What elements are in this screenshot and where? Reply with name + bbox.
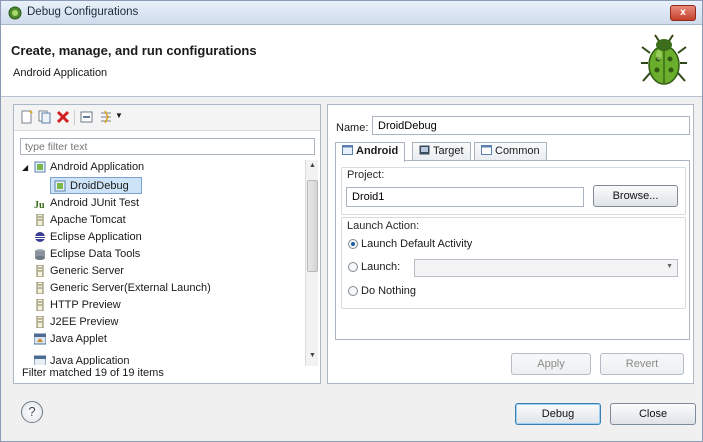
database-icon — [35, 249, 45, 260]
scroll-up-icon[interactable]: ▲ — [306, 162, 319, 174]
eclipse-icon — [35, 232, 45, 242]
radio-label: Launch Default Activity — [361, 238, 473, 250]
name-label: Name: — [336, 122, 369, 134]
filter-icon[interactable] — [99, 110, 113, 124]
tree-item-label: Java Application — [50, 355, 130, 365]
radio-unselected-icon — [348, 262, 358, 272]
server-icon — [36, 299, 44, 311]
tree-item-label: DroidDebug — [70, 180, 129, 192]
tree-item-droiddebug[interactable]: DroidDebug — [50, 177, 142, 194]
server-icon — [36, 265, 44, 277]
radio-selected-icon — [348, 239, 358, 249]
toolbar-divider — [74, 110, 75, 125]
tree-item-label: Eclipse Application — [50, 231, 142, 243]
tree-item-label: HTTP Preview — [50, 299, 121, 311]
tree-scrollbar[interactable]: ▲ ▼ — [305, 160, 318, 366]
tree-item-java-applet[interactable]: Java Applet — [20, 331, 300, 348]
configuration-list-pane: ▼ ◢ Android Application DroidDebug Ju An… — [13, 104, 321, 384]
window-title: Debug Configurations — [27, 6, 139, 18]
tree-item-eclipse-data-tools[interactable]: Eclipse Data Tools — [20, 246, 300, 263]
tree-item-label: Generic Server — [50, 265, 124, 277]
tree-item-http-preview[interactable]: HTTP Preview — [20, 297, 300, 314]
tab-label: Android — [356, 145, 399, 157]
tree-item-android-junit-test[interactable]: Ju Android JUnit Test — [20, 195, 300, 212]
project-label: Project: — [347, 169, 385, 181]
configuration-toolbar: ▼ — [14, 105, 320, 131]
android-app-icon — [34, 161, 46, 173]
tab-target[interactable]: Target — [412, 142, 471, 161]
tree-item-label: Java Applet — [50, 333, 107, 345]
tab-android[interactable]: Android — [335, 142, 406, 162]
header-banner: Create, manage, and run configurations A… — [1, 25, 702, 97]
radio-label: Do Nothing — [361, 285, 417, 297]
new-configuration-icon[interactable] — [20, 110, 34, 124]
junit-icon: Ju — [34, 200, 45, 209]
common-tab-icon — [481, 145, 492, 155]
banner-subheading: Android Application — [13, 67, 108, 79]
tree-item-eclipse-application[interactable]: Eclipse Application — [20, 229, 300, 246]
filter-menu-chevron-down-icon[interactable]: ▼ — [115, 111, 123, 120]
close-button[interactable]: Close — [610, 403, 696, 425]
radio-unselected-icon — [348, 286, 358, 296]
duplicate-icon[interactable] — [38, 110, 52, 124]
server-icon — [36, 316, 44, 328]
tree-item-apache-tomcat[interactable]: Apache Tomcat — [20, 212, 300, 229]
tree-item-generic-server[interactable]: Generic Server — [20, 263, 300, 280]
chevron-down-icon: ▼ — [666, 263, 673, 270]
debug-configurations-dialog: Debug Configurations x Create, manage, a… — [0, 0, 703, 442]
target-tab-icon — [419, 145, 430, 155]
tree-item-label: J2EE Preview — [50, 316, 119, 328]
tab-common[interactable]: Common — [474, 142, 547, 161]
tree-item-java-application[interactable]: Java Application — [20, 353, 300, 365]
activity-select[interactable]: ▼ — [414, 259, 678, 277]
filter-input[interactable] — [20, 138, 315, 155]
window-close-button[interactable]: x — [670, 5, 696, 21]
tree-item-label: Generic Server(External Launch) — [50, 282, 211, 294]
collapse-all-icon[interactable] — [80, 110, 94, 124]
tab-label: Target — [433, 145, 464, 157]
browse-button[interactable]: Browse... — [593, 185, 678, 207]
applet-icon — [34, 333, 46, 345]
tree-item-label: Android JUnit Test — [50, 197, 140, 209]
expand-arrow-icon[interactable]: ◢ — [22, 159, 28, 176]
tree-item-label: Android Application — [50, 161, 145, 173]
tab-label: Common — [495, 145, 540, 157]
debug-app-icon — [8, 6, 22, 20]
configuration-editor-pane: Name: Android Target Common Project: Bro… — [327, 104, 694, 384]
delete-icon[interactable] — [56, 110, 70, 124]
scrollbar-thumb[interactable] — [307, 180, 318, 272]
tree-item-label: Apache Tomcat — [50, 214, 126, 226]
server-icon — [36, 282, 44, 294]
configuration-tree: ◢ Android Application DroidDebug Ju Andr… — [20, 159, 304, 365]
title-bar: Debug Configurations x — [1, 1, 702, 25]
debug-button[interactable]: Debug — [515, 403, 601, 425]
android-config-icon — [54, 180, 66, 192]
banner-heading: Create, manage, and run configurations — [11, 43, 257, 58]
android-tab-icon — [342, 145, 353, 155]
revert-button[interactable]: Revert — [600, 353, 684, 375]
tree-item-j2ee-preview[interactable]: J2EE Preview — [20, 314, 300, 331]
filter-status: Filter matched 19 of 19 items — [22, 367, 164, 379]
bug-icon — [641, 34, 687, 85]
server-icon — [36, 214, 44, 226]
name-input[interactable] — [372, 116, 690, 135]
tree-item-android-application[interactable]: ◢ Android Application — [20, 159, 300, 176]
project-input[interactable] — [346, 187, 584, 207]
tree-item-label: Eclipse Data Tools — [50, 248, 141, 260]
help-icon[interactable]: ? — [21, 401, 43, 423]
java-app-icon — [34, 355, 46, 365]
scroll-down-icon[interactable]: ▼ — [306, 352, 319, 364]
radio-label: Launch: — [361, 261, 401, 273]
apply-button[interactable]: Apply — [511, 353, 591, 375]
tree-item-generic-server-external-launch[interactable]: Generic Server(External Launch) — [20, 280, 300, 297]
svg-text:Ju: Ju — [34, 200, 45, 209]
launch-action-label: Launch Action: — [347, 220, 420, 232]
